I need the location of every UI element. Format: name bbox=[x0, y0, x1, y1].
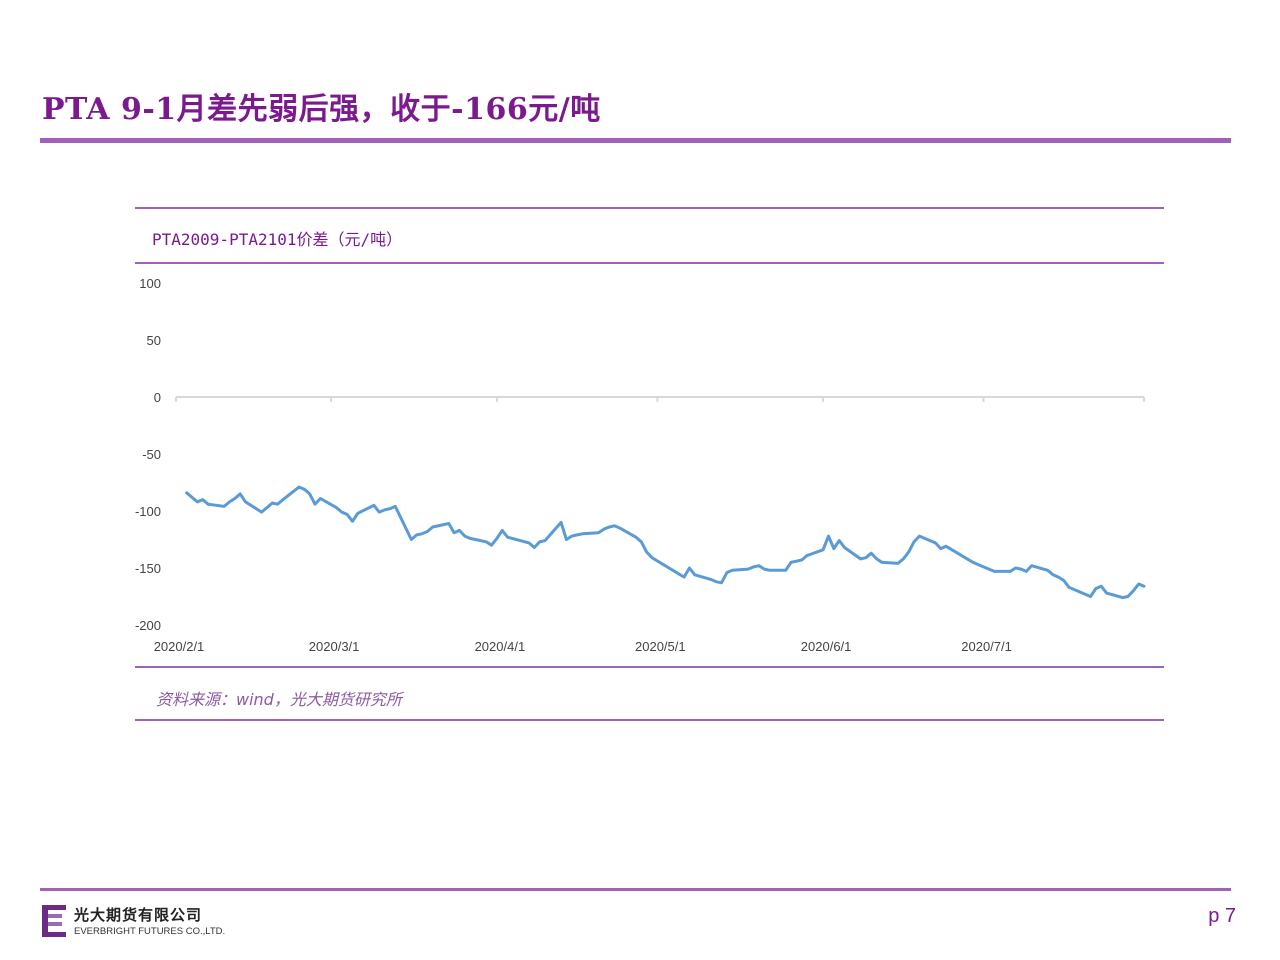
y-axis: 100 50 0 -50 -100 -150 -200 bbox=[135, 276, 161, 633]
everbright-logo-icon bbox=[42, 904, 66, 937]
y-tick-label: 100 bbox=[139, 276, 161, 291]
page-number: p 7 bbox=[1208, 905, 1236, 927]
page-title: PTA 9-1月差先弱后强，收于-166元/吨 bbox=[42, 92, 601, 127]
source-note: 资料来源：wind，光大期货研究所 bbox=[156, 690, 402, 709]
series-line bbox=[185, 485, 1146, 600]
y-tick-label: -200 bbox=[135, 618, 161, 633]
x-tick-label: 2020/7/1 bbox=[961, 639, 1012, 654]
x-tick-label: 2020/5/1 bbox=[635, 639, 686, 654]
company-name-cn: 光大期货有限公司 bbox=[74, 906, 203, 924]
company-logo: 光大期货有限公司 EVERBRIGHT FUTURES CO.,LTD. bbox=[42, 904, 225, 937]
x-axis bbox=[175, 396, 1145, 402]
series-group bbox=[185, 485, 1146, 600]
chart-bottom-rule bbox=[135, 666, 1164, 668]
y-tick-label: -150 bbox=[135, 561, 161, 576]
chart-top-rule bbox=[135, 207, 1164, 209]
chart-title: PTA2009-PTA2101价差（元/吨） bbox=[152, 230, 403, 249]
y-tick-label: 50 bbox=[147, 333, 161, 348]
chart-title-rule bbox=[135, 262, 1164, 264]
footer-divider bbox=[40, 888, 1231, 891]
x-tick-label: 2020/6/1 bbox=[801, 639, 852, 654]
x-tick-label: 2020/4/1 bbox=[475, 639, 526, 654]
x-tick-label: 2020/2/1 bbox=[154, 639, 205, 654]
title-divider bbox=[40, 138, 1231, 143]
y-tick-label: -100 bbox=[135, 504, 161, 519]
line-chart: 100500-50-100-150-200 2020/2/1 2020/3/1 20… bbox=[135, 276, 1146, 654]
y-tick-label: -50 bbox=[142, 447, 161, 462]
source-rule bbox=[135, 719, 1164, 721]
company-name-en: EVERBRIGHT FUTURES CO.,LTD. bbox=[74, 926, 226, 937]
x-tick-label: 2020/3/1 bbox=[309, 639, 360, 654]
x-tick-labels: 2020/2/1 2020/3/1 2020/4/1 2020/5/1 2020/6/1… bbox=[154, 639, 1012, 654]
y-tick-label: 0 bbox=[154, 390, 161, 405]
